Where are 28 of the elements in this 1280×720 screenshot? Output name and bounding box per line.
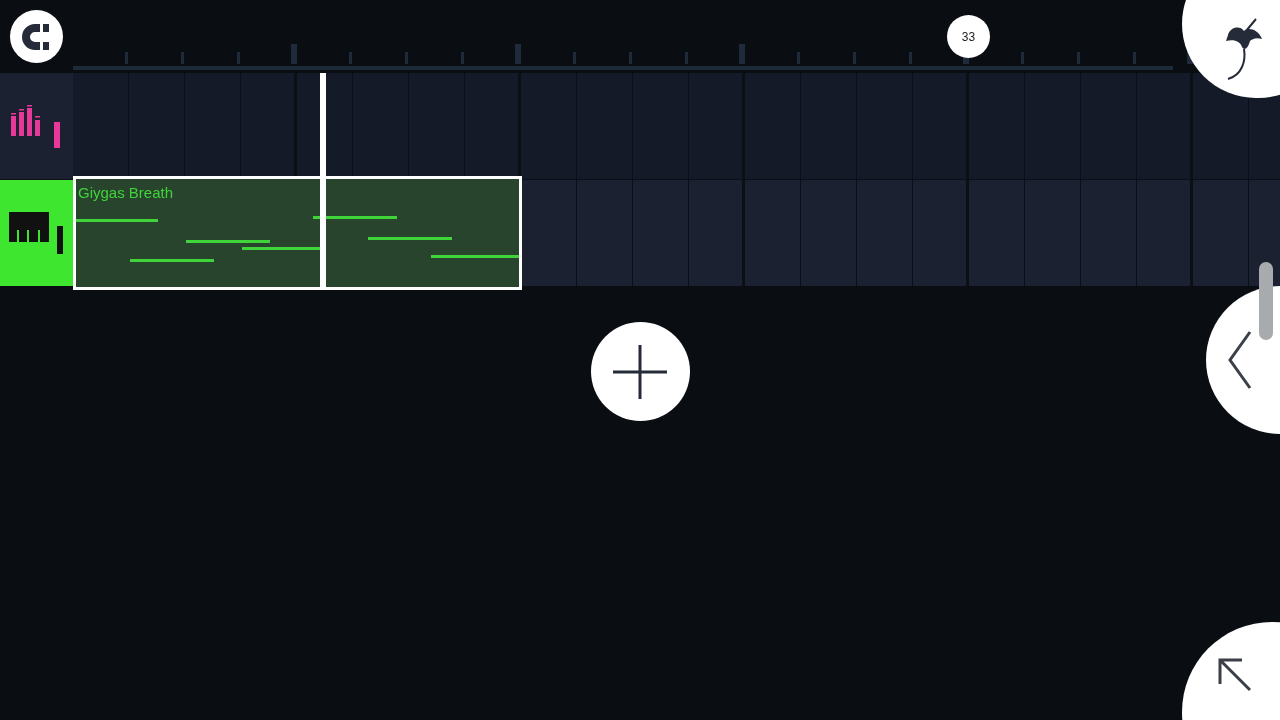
position-marker[interactable]: 33	[947, 15, 990, 58]
arrow-up-left-icon	[1218, 658, 1252, 692]
ruler-tick	[515, 44, 521, 64]
ruler-tick	[125, 52, 128, 64]
pattern-clip[interactable]: Giygas Breath	[73, 176, 522, 290]
piano-keys-icon	[8, 212, 65, 254]
ruler-tick	[573, 52, 576, 64]
scrollbar-thumb[interactable]	[1259, 262, 1273, 340]
ruler-tick	[1133, 52, 1136, 64]
ruler-tick	[237, 52, 240, 64]
ruler-tick	[181, 52, 184, 64]
ruler-tick	[1021, 52, 1024, 64]
clip-name: Giygas Breath	[78, 185, 174, 200]
snap-magnet-button[interactable]	[10, 10, 63, 63]
ruler-tick	[685, 52, 688, 64]
ruler-tick	[909, 52, 912, 64]
chevron-left-icon	[1228, 330, 1252, 390]
level-meter-icon	[10, 104, 63, 148]
ruler-tick	[797, 52, 800, 64]
ruler-tick	[739, 44, 745, 64]
ruler-tick	[853, 52, 856, 64]
ruler-tick	[349, 52, 352, 64]
ruler-tick	[461, 52, 464, 64]
ruler-tick	[629, 52, 632, 64]
ruler-tick	[291, 44, 297, 64]
plus-icon	[612, 343, 668, 400]
ruler-tick	[1077, 52, 1080, 64]
ruler-tick	[405, 52, 408, 64]
